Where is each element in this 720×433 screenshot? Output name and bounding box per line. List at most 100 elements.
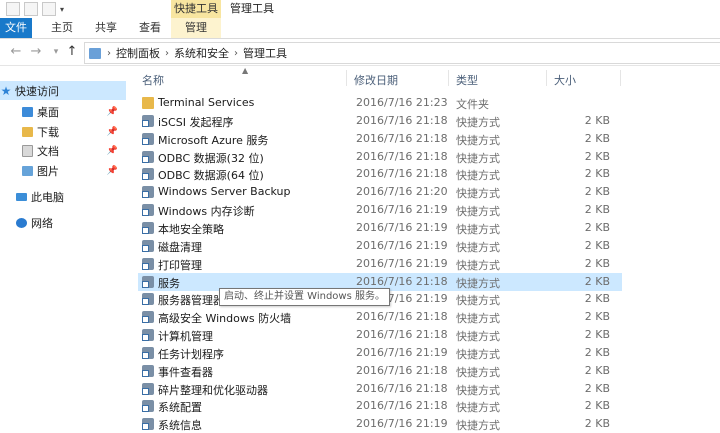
column-header-modified[interactable]: 修改日期 bbox=[354, 72, 398, 88]
file-size: 2 KB bbox=[584, 203, 610, 216]
nav-label: 此电脑 bbox=[31, 190, 64, 204]
nav-desktop[interactable]: 桌面 📌 bbox=[0, 102, 126, 121]
recent-locations-chevron-icon[interactable]: ▾ bbox=[48, 44, 64, 60]
desktop-folder-icon bbox=[22, 106, 33, 117]
nav-label: 快速访问 bbox=[15, 84, 59, 98]
file-date: 2016/7/16 21:18 bbox=[356, 364, 448, 377]
table-row[interactable]: iSCSI 发起程序 2016/7/16 21:18 快捷方式 2 KB bbox=[138, 112, 622, 130]
breadcrumb-system-security[interactable]: 系统和安全 bbox=[171, 45, 232, 61]
file-size: 2 KB bbox=[584, 328, 610, 341]
file-size: 2 KB bbox=[584, 292, 610, 305]
chevron-down-icon[interactable]: ▾ bbox=[60, 5, 64, 14]
file-name: 服务器管理器 bbox=[158, 294, 224, 307]
file-type: 快捷方式 bbox=[456, 169, 500, 182]
file-size: 2 KB bbox=[584, 239, 610, 252]
up-arrow-icon[interactable]: ↑ bbox=[64, 44, 80, 60]
table-row[interactable]: 打印管理 2016/7/16 21:19 快捷方式 2 KB bbox=[138, 255, 622, 273]
quick-access-toolbar: ▾ bbox=[0, 0, 64, 18]
table-row[interactable]: 高级安全 Windows 防火墙 2016/7/16 21:18 快捷方式 2 KB bbox=[138, 308, 622, 326]
nav-downloads[interactable]: 下载 📌 bbox=[0, 122, 126, 141]
network-icon bbox=[16, 217, 27, 228]
file-name: ODBC 数据源(64 位) bbox=[158, 169, 264, 182]
column-divider[interactable] bbox=[448, 70, 449, 86]
shortcut-icon bbox=[142, 168, 154, 180]
table-row[interactable]: 系统配置 2016/7/16 21:18 快捷方式 2 KB bbox=[138, 397, 622, 415]
file-type: 快捷方式 bbox=[456, 330, 500, 343]
table-row[interactable]: Windows Server Backup 2016/7/16 21:20 快捷方式… bbox=[138, 183, 622, 201]
file-date: 2016/7/16 21:19 bbox=[356, 239, 448, 252]
column-divider[interactable] bbox=[546, 70, 547, 86]
column-divider[interactable] bbox=[346, 70, 347, 86]
tab-share[interactable]: 共享 bbox=[88, 18, 124, 38]
window-title: 管理工具 bbox=[230, 2, 274, 15]
file-name: Terminal Services bbox=[158, 96, 255, 109]
table-row[interactable]: 碎片整理和优化驱动器 2016/7/16 21:18 快捷方式 2 KB bbox=[138, 380, 622, 398]
forward-arrow-icon[interactable]: → bbox=[28, 44, 44, 60]
tab-home[interactable]: 主页 bbox=[44, 18, 80, 38]
nav-quick-access[interactable]: ★ 快速访问 bbox=[0, 81, 126, 100]
address-bar[interactable]: › 控制面板 › 系统和安全 › 管理工具 bbox=[84, 42, 720, 64]
table-row[interactable]: 计算机管理 2016/7/16 21:18 快捷方式 2 KB bbox=[138, 326, 622, 344]
file-type: 快捷方式 bbox=[456, 294, 500, 307]
column-header-row: 名称 修改日期 类型 大小 bbox=[130, 66, 720, 90]
column-divider[interactable] bbox=[620, 70, 621, 86]
file-date: 2016/7/16 21:19 bbox=[356, 346, 448, 359]
shortcut-icon bbox=[142, 293, 154, 305]
tab-view[interactable]: 查看 bbox=[132, 18, 168, 38]
navigation-pane: ★ 快速访问 桌面 📌 下载 📌 文档 📌 图片 📌 此电脑 网络 bbox=[0, 66, 128, 430]
breadcrumb-separator[interactable]: › bbox=[105, 48, 113, 59]
pin-icon[interactable]: 📌 bbox=[107, 166, 118, 176]
new-folder-icon[interactable] bbox=[42, 2, 56, 16]
downloads-folder-icon bbox=[22, 126, 33, 137]
file-name: Windows 内存诊断 bbox=[158, 205, 255, 218]
nav-documents[interactable]: 文档 📌 bbox=[0, 141, 126, 160]
table-row[interactable]: ODBC 数据源(64 位) 2016/7/16 21:18 快捷方式 2 KB bbox=[138, 165, 622, 183]
nav-label: 下载 bbox=[37, 125, 59, 139]
nav-pictures[interactable]: 图片 📌 bbox=[0, 161, 126, 180]
nav-this-pc[interactable]: 此电脑 bbox=[0, 187, 126, 206]
file-type: 快捷方式 bbox=[456, 223, 500, 236]
column-header-name[interactable]: 名称 bbox=[142, 72, 164, 88]
file-name: iSCSI 发起程序 bbox=[158, 116, 234, 129]
breadcrumb-separator[interactable]: › bbox=[232, 48, 240, 59]
file-type: 快捷方式 bbox=[456, 401, 500, 414]
file-date: 2016/7/16 21:18 bbox=[356, 114, 448, 127]
table-row[interactable]: 磁盘清理 2016/7/16 21:19 快捷方式 2 KB bbox=[138, 237, 622, 255]
pin-icon[interactable]: 📌 bbox=[107, 127, 118, 137]
table-row[interactable]: Terminal Services 2016/7/16 21:23 文件夹 bbox=[138, 94, 622, 112]
pin-icon[interactable]: 📌 bbox=[107, 146, 118, 156]
table-row[interactable]: Microsoft Azure 服务 2016/7/16 21:18 快捷方式 2 K… bbox=[138, 130, 622, 148]
tab-file[interactable]: 文件 bbox=[0, 18, 32, 38]
column-header-size[interactable]: 大小 bbox=[554, 72, 576, 88]
breadcrumb-admin-tools[interactable]: 管理工具 bbox=[240, 45, 290, 61]
file-date: 2016/7/16 21:19 bbox=[356, 417, 448, 430]
file-list: Terminal Services 2016/7/16 21:23 文件夹 iSCSI… bbox=[130, 94, 720, 433]
shortcut-icon bbox=[142, 258, 154, 270]
file-name: 计算机管理 bbox=[158, 330, 213, 343]
column-header-type[interactable]: 类型 bbox=[456, 72, 478, 88]
shortcut-icon bbox=[142, 240, 154, 252]
tab-manage[interactable]: 管理 bbox=[171, 18, 221, 38]
documents-folder-icon bbox=[22, 144, 33, 157]
breadcrumb-separator[interactable]: › bbox=[163, 48, 171, 59]
shortcut-icon bbox=[142, 222, 154, 234]
table-row[interactable]: 任务计划程序 2016/7/16 21:19 快捷方式 2 KB bbox=[138, 344, 622, 362]
control-panel-icon bbox=[89, 47, 101, 59]
file-size: 2 KB bbox=[584, 399, 610, 412]
file-date: 2016/7/16 21:18 bbox=[356, 399, 448, 412]
file-date: 2016/7/16 21:18 bbox=[356, 310, 448, 323]
table-row[interactable]: 本地安全策略 2016/7/16 21:19 快捷方式 2 KB bbox=[138, 219, 622, 237]
nav-network[interactable]: 网络 bbox=[0, 213, 126, 232]
table-row[interactable]: 事件查看器 2016/7/16 21:18 快捷方式 2 KB bbox=[138, 362, 622, 380]
table-row[interactable]: Windows 内存诊断 2016/7/16 21:19 快捷方式 2 KB bbox=[138, 201, 622, 219]
back-arrow-icon[interactable]: ← bbox=[8, 44, 24, 60]
file-size: 2 KB bbox=[584, 346, 610, 359]
properties-icon[interactable] bbox=[6, 2, 20, 16]
breadcrumb-control-panel[interactable]: 控制面板 bbox=[113, 45, 163, 61]
checkmark-icon[interactable] bbox=[24, 2, 38, 16]
pin-icon[interactable]: 📌 bbox=[107, 107, 118, 117]
shortcut-icon bbox=[142, 383, 154, 395]
file-type: 快捷方式 bbox=[456, 152, 500, 165]
table-row[interactable]: 系统信息 2016/7/16 21:19 快捷方式 2 KB bbox=[138, 415, 622, 433]
table-row[interactable]: ODBC 数据源(32 位) 2016/7/16 21:18 快捷方式 2 KB bbox=[138, 148, 622, 166]
